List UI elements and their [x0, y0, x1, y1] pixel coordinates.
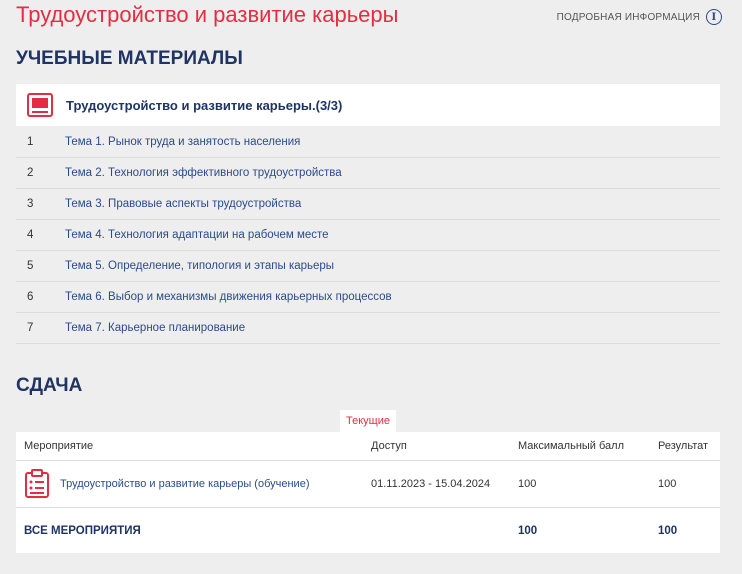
- tab-current[interactable]: Текущие: [340, 410, 396, 432]
- column-header-access: Доступ: [371, 440, 407, 452]
- topic-number: 5: [27, 260, 34, 272]
- exam-table: Мероприятие Доступ Максимальный балл Рез…: [16, 432, 720, 553]
- materials-section-title: УЧЕБНЫЕ МАТЕРИАЛЫ: [16, 48, 243, 69]
- topic-link[interactable]: Тема 5. Определение, типология и этапы к…: [65, 260, 334, 272]
- event-cell: Трудоустройство и развитие карьеры (обуч…: [16, 469, 371, 499]
- clipboard-icon: [25, 469, 49, 498]
- book-icon: [27, 93, 53, 117]
- total-max-score: 100: [518, 524, 538, 537]
- more-info-label: ПОДРОБНАЯ ИНФОРМАЦИЯ: [556, 11, 700, 23]
- result-cell: 100: [658, 478, 677, 490]
- topic-link[interactable]: Тема 6. Выбор и механизмы движения карье…: [65, 291, 392, 303]
- topic-row[interactable]: 5 Тема 5. Определение, типология и этапы…: [16, 251, 720, 282]
- info-icon[interactable]: i: [706, 9, 722, 25]
- topic-number: 4: [27, 229, 34, 241]
- topic-link[interactable]: Тема 3. Правовые аспекты трудоустройства: [65, 198, 301, 210]
- table-header: Мероприятие Доступ Максимальный балл Рез…: [16, 432, 720, 461]
- topic-row[interactable]: 3 Тема 3. Правовые аспекты трудоустройст…: [16, 189, 720, 220]
- topic-list: 1 Тема 1. Рынок труда и занятость населе…: [16, 127, 720, 344]
- course-card[interactable]: Трудоустройство и развитие карьеры.(3/3): [16, 84, 720, 126]
- topic-link[interactable]: Тема 7. Карьерное планирование: [65, 322, 245, 334]
- total-row: ВСЕ МЕРОПРИЯТИЯ 100 100: [16, 508, 720, 553]
- more-info-link[interactable]: ПОДРОБНАЯ ИНФОРМАЦИЯ i: [557, 9, 722, 25]
- topic-number: 3: [27, 198, 34, 210]
- topic-link[interactable]: Тема 2. Технология эффективного трудоуст…: [65, 167, 342, 179]
- topic-number: 6: [27, 291, 34, 303]
- topic-row[interactable]: 4 Тема 4. Технология адаптации на рабоче…: [16, 220, 720, 251]
- column-header-max-score: Максимальный балл: [518, 440, 624, 452]
- event-link[interactable]: Трудоустройство и развитие карьеры (обуч…: [60, 478, 309, 490]
- page-title: Трудоустройство и развитие карьеры: [16, 2, 399, 27]
- column-header-event: Мероприятие: [24, 440, 94, 452]
- total-result: 100: [658, 524, 678, 537]
- exam-section-title: СДАЧА: [16, 375, 83, 396]
- topic-row[interactable]: 1 Тема 1. Рынок труда и занятость населе…: [16, 127, 720, 158]
- topic-number: 1: [27, 136, 34, 148]
- topic-number: 7: [27, 322, 34, 334]
- column-header-result: Результат: [658, 440, 709, 452]
- total-label: ВСЕ МЕРОПРИЯТИЯ: [24, 524, 141, 537]
- topic-row[interactable]: 2 Тема 2. Технология эффективного трудоу…: [16, 158, 720, 189]
- access-cell: 01.11.2023 - 15.04.2024: [371, 478, 491, 490]
- table-row[interactable]: Трудоустройство и развитие карьеры (обуч…: [16, 461, 720, 508]
- topic-row[interactable]: 6 Тема 6. Выбор и механизмы движения кар…: [16, 282, 720, 313]
- course-name: Трудоустройство и развитие карьеры.(3/3): [66, 97, 343, 113]
- topic-number: 2: [27, 167, 34, 179]
- max-score-cell: 100: [518, 478, 537, 490]
- topic-row[interactable]: 7 Тема 7. Карьерное планирование: [16, 313, 720, 344]
- topic-link[interactable]: Тема 4. Технология адаптации на рабочем …: [65, 229, 329, 241]
- topic-link[interactable]: Тема 1. Рынок труда и занятость населени…: [65, 136, 300, 148]
